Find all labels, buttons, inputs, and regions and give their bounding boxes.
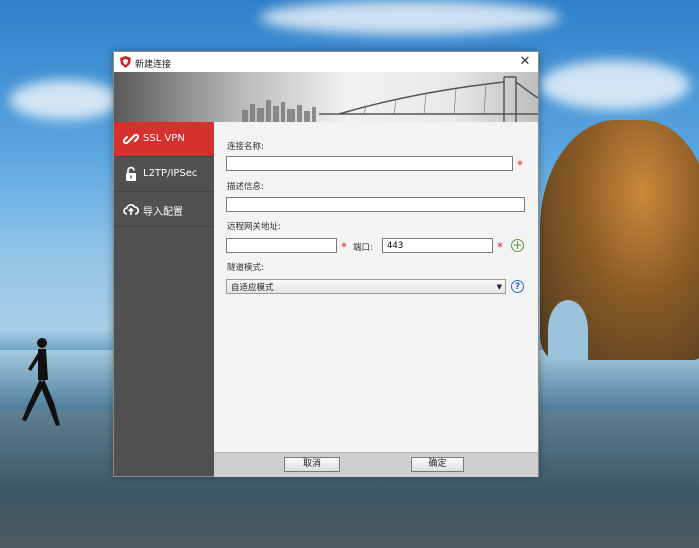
- sidebar-item-label: L2TP/IPSec: [143, 168, 198, 179]
- required-mark: *: [497, 240, 503, 254]
- description-label: 描述信息:: [227, 182, 264, 192]
- connection-name-input[interactable]: [226, 156, 513, 171]
- add-gateway-button[interactable]: +: [511, 239, 524, 252]
- cloud-upload-icon: [123, 204, 139, 215]
- connection-form: 连接名称: * 描述信息: 远程网关地址: * 端口: * + 隧道模式: 自适…: [214, 122, 538, 452]
- wallpaper-rock-arch: [548, 300, 588, 360]
- sidebar-item-import-config[interactable]: 导入配置: [114, 192, 214, 227]
- sidebar-item-ssl-vpn[interactable]: SSL VPN: [114, 122, 214, 157]
- required-mark: *: [341, 240, 347, 254]
- sidebar-item-l2tp-ipsec[interactable]: L2TP/IPSec: [114, 157, 214, 192]
- tunnel-mode-label: 隧道模式:: [227, 263, 264, 273]
- port-input[interactable]: [382, 238, 493, 253]
- title-bar[interactable]: 新建连接 ✕: [114, 52, 538, 72]
- plus-icon: +: [512, 238, 523, 252]
- new-connection-dialog: 新建连接 ✕ SSL VPN L2TP/IPSec 导入配置 连接名称: * 描…: [113, 51, 539, 477]
- sidebar-item-label: SSL VPN: [143, 133, 185, 144]
- connection-name-label: 连接名称:: [227, 142, 264, 152]
- port-label: 端口:: [353, 243, 373, 253]
- cancel-button[interactable]: 取消: [284, 457, 340, 472]
- wallpaper-cloud: [540, 60, 690, 110]
- wallpaper-runner: [22, 338, 60, 426]
- wallpaper-cloud: [260, 0, 560, 35]
- header-banner: [114, 72, 538, 122]
- dropdown-arrow-icon: ▼: [496, 283, 502, 291]
- window-title: 新建连接: [135, 60, 172, 70]
- wallpaper-cloud: [10, 80, 120, 120]
- shield-icon: [120, 56, 131, 68]
- help-button[interactable]: ?: [511, 280, 524, 293]
- ok-button[interactable]: 确定: [411, 457, 464, 472]
- gateway-address-label: 远程网关地址:: [227, 222, 281, 232]
- required-mark: *: [517, 158, 523, 172]
- lock-icon: [126, 166, 136, 181]
- description-input[interactable]: [226, 197, 525, 212]
- sidebar: SSL VPN L2TP/IPSec 导入配置: [114, 122, 214, 476]
- link-icon: [123, 133, 139, 145]
- dialog-footer: 取消 确定: [214, 452, 538, 477]
- tunnel-mode-select[interactable]: 自适应模式 ▼: [226, 279, 506, 294]
- close-icon: ✕: [519, 54, 531, 69]
- city-bridge-illustration: [242, 76, 538, 122]
- sidebar-item-label: 导入配置: [143, 207, 183, 218]
- tunnel-mode-value: 自适应模式: [231, 283, 274, 293]
- close-button[interactable]: ✕: [516, 53, 534, 71]
- gateway-address-input[interactable]: [226, 238, 337, 253]
- question-icon: ?: [514, 282, 521, 292]
